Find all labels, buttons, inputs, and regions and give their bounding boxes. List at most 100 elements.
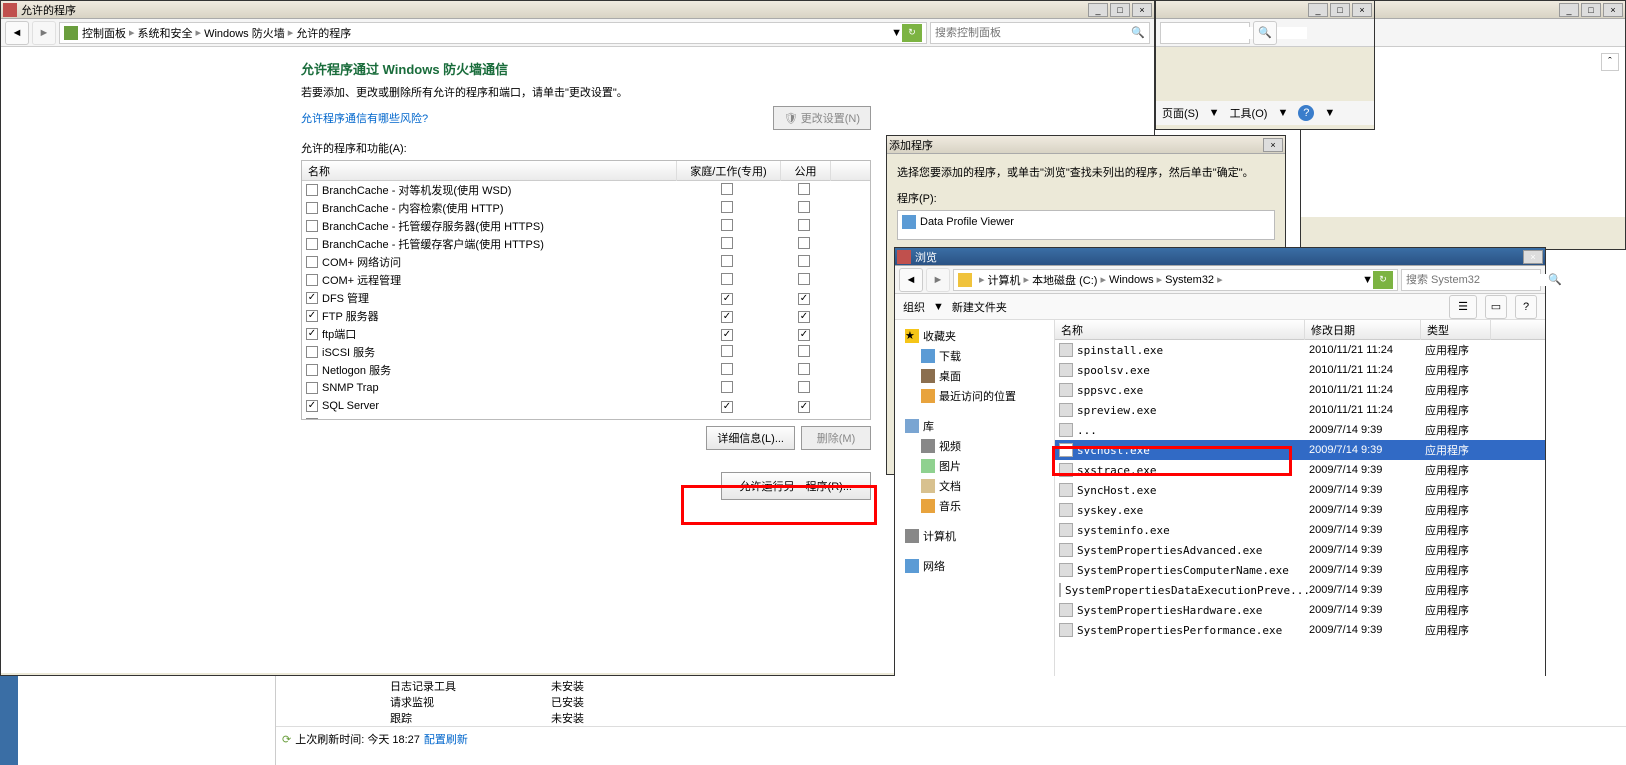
checkbox-public[interactable]: [798, 183, 810, 195]
file-row[interactable]: spoolsv.exe2010/11/21 11:24应用程序: [1055, 360, 1545, 380]
preview-icon[interactable]: ▭: [1485, 295, 1507, 319]
chevron-up-icon[interactable]: ˆ: [1601, 53, 1619, 71]
checkbox[interactable]: [306, 256, 318, 268]
close-icon[interactable]: ×: [1603, 3, 1623, 17]
search-input[interactable]: [1406, 274, 1548, 286]
list-item[interactable]: DFS 管理: [302, 289, 870, 307]
list-item[interactable]: iSCSI 服务: [302, 343, 870, 361]
close-icon[interactable]: ×: [1263, 138, 1283, 152]
minimize-icon[interactable]: _: [1559, 3, 1579, 17]
list-item[interactable]: SQL Server: [302, 415, 870, 419]
checkbox[interactable]: [306, 220, 318, 232]
file-row[interactable]: systeminfo.exe2009/7/14 9:39应用程序: [1055, 520, 1545, 540]
tree-favorites[interactable]: 收藏夹: [923, 328, 956, 344]
back-button[interactable]: ◄: [5, 21, 29, 45]
close-icon[interactable]: ×: [1132, 3, 1152, 17]
tree-desktop[interactable]: 桌面: [939, 368, 961, 384]
file-row[interactable]: SystemPropertiesHardware.exe2009/7/14 9:…: [1055, 600, 1545, 620]
path-breadcrumb[interactable]: ▸ 计算机▸ 本地磁盘 (C:)▸ Windows▸ System32▸ ▼ ↻: [953, 269, 1398, 291]
list-item[interactable]: COM+ 远程管理: [302, 271, 870, 289]
tree-recent[interactable]: 最近访问的位置: [939, 388, 1016, 404]
search-box[interactable]: 🔍: [930, 22, 1150, 44]
checkbox[interactable]: [306, 364, 318, 376]
tree-network[interactable]: 网络: [923, 558, 945, 574]
forward-button[interactable]: ►: [926, 268, 950, 292]
crumb[interactable]: Windows: [1109, 274, 1154, 286]
checkbox-public[interactable]: [798, 419, 810, 420]
tools-menu[interactable]: 工具(O): [1230, 105, 1268, 121]
file-row[interactable]: sppsvc.exe2010/11/21 11:24应用程序: [1055, 380, 1545, 400]
checkbox[interactable]: [306, 346, 318, 358]
tree-pictures[interactable]: 图片: [939, 458, 961, 474]
help-icon[interactable]: ?: [1515, 295, 1537, 319]
checkbox-home[interactable]: [721, 293, 733, 305]
checkbox-public[interactable]: [798, 329, 810, 341]
maximize-icon[interactable]: □: [1581, 3, 1601, 17]
checkbox-public[interactable]: [798, 363, 810, 375]
file-row[interactable]: sxstrace.exe2009/7/14 9:39应用程序: [1055, 460, 1545, 480]
checkbox-public[interactable]: [798, 237, 810, 249]
col-home[interactable]: 家庭/工作(专用): [677, 161, 781, 181]
close-icon[interactable]: ×: [1352, 3, 1372, 17]
col-date[interactable]: 修改日期: [1305, 320, 1421, 340]
file-row[interactable]: svchost.exe2009/7/14 9:39应用程序: [1055, 440, 1545, 460]
allow-another-button[interactable]: 允许运行另一程序(R)...: [721, 472, 871, 500]
tree-docs[interactable]: 文档: [939, 478, 961, 494]
help-icon[interactable]: ?: [1298, 105, 1314, 121]
maximize-icon[interactable]: □: [1330, 3, 1350, 17]
checkbox-public[interactable]: [798, 273, 810, 285]
checkbox-public[interactable]: [798, 201, 810, 213]
list-item[interactable]: FTP 服务器: [302, 307, 870, 325]
checkbox-public[interactable]: [798, 219, 810, 231]
file-row[interactable]: SystemPropertiesAdvanced.exe2009/7/14 9:…: [1055, 540, 1545, 560]
close-icon[interactable]: ×: [1523, 250, 1543, 264]
config-refresh-link[interactable]: 配置刷新: [424, 731, 468, 747]
checkbox[interactable]: [306, 328, 318, 340]
list-item[interactable]: BranchCache - 托管缓存客户端(使用 HTTPS): [302, 235, 870, 253]
search-icon[interactable]: 🔍: [1548, 273, 1562, 286]
col-public[interactable]: 公用: [781, 161, 831, 181]
search-icon[interactable]: 🔍: [1131, 26, 1145, 39]
col-type[interactable]: 类型: [1421, 320, 1491, 340]
crumb[interactable]: Windows 防火墙: [204, 25, 285, 41]
change-settings-button[interactable]: 🛡 更改设置(N): [773, 106, 871, 130]
tree-videos[interactable]: 视频: [939, 438, 961, 454]
organize-menu[interactable]: 组织: [903, 299, 925, 315]
checkbox-home[interactable]: [721, 311, 733, 323]
minimize-icon[interactable]: _: [1088, 3, 1108, 17]
crumb[interactable]: 允许的程序: [296, 25, 351, 41]
checkbox[interactable]: [306, 400, 318, 412]
list-item[interactable]: COM+ 网络访问: [302, 253, 870, 271]
checkbox-home[interactable]: [721, 255, 733, 267]
delete-button[interactable]: 删除(M): [801, 426, 871, 450]
bg-search[interactable]: [1165, 27, 1307, 39]
list-item[interactable]: BranchCache - 托管缓存服务器(使用 HTTPS): [302, 217, 870, 235]
checkbox-public[interactable]: [798, 293, 810, 305]
list-item[interactable]: BranchCache - 对等机发现(使用 WSD): [302, 181, 870, 199]
minimize-icon[interactable]: _: [1308, 3, 1328, 17]
file-row[interactable]: syskey.exe2009/7/14 9:39应用程序: [1055, 500, 1545, 520]
checkbox-public[interactable]: [798, 401, 810, 413]
checkbox[interactable]: [306, 292, 318, 304]
checkbox[interactable]: [306, 418, 318, 419]
program-item[interactable]: Data Profile Viewer: [900, 213, 1272, 231]
checkbox-home[interactable]: [721, 419, 733, 420]
tree-library[interactable]: 库: [923, 418, 934, 434]
file-row[interactable]: SystemPropertiesPerformance.exe2009/7/14…: [1055, 620, 1545, 640]
list-item[interactable]: Netlogon 服务: [302, 361, 870, 379]
list-item[interactable]: SNMP Trap: [302, 379, 870, 397]
list-item[interactable]: SQL Server: [302, 397, 870, 415]
checkbox-public[interactable]: [798, 381, 810, 393]
details-button[interactable]: 详细信息(L)...: [706, 426, 795, 450]
risk-link[interactable]: 允许程序通信有哪些风险?: [301, 110, 428, 126]
checkbox-home[interactable]: [721, 273, 733, 285]
checkbox[interactable]: [306, 274, 318, 286]
refresh-icon[interactable]: ↻: [902, 24, 922, 42]
view-icon[interactable]: ☰: [1449, 295, 1477, 319]
checkbox-home[interactable]: [721, 329, 733, 341]
crumb[interactable]: 控制面板: [82, 25, 126, 41]
checkbox-home[interactable]: [721, 237, 733, 249]
search-icon[interactable]: 🔍: [1253, 21, 1277, 45]
forward-button[interactable]: ►: [32, 21, 56, 45]
refresh-icon[interactable]: ↻: [1373, 271, 1393, 289]
